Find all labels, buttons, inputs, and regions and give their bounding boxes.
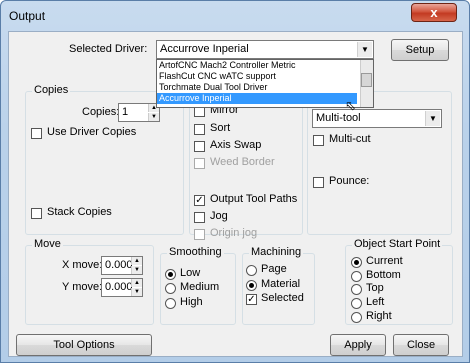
driver-option[interactable]: ArtofCNC Mach2 Controller Metric: [159, 60, 296, 71]
selected-driver-label: Selected Driver:: [69, 43, 148, 55]
tool-select[interactable]: Multi-tool ▼: [312, 109, 442, 128]
smoothing-high-label: High: [180, 296, 203, 308]
weed-border-label: Weed Border: [210, 156, 275, 168]
spin-up-icon[interactable]: ▲: [131, 279, 142, 287]
stack-copies-label: Stack Copies: [47, 206, 112, 218]
copies-stepper[interactable]: 1 ▲ ▼: [118, 103, 160, 122]
y-move-value: 0.000: [105, 281, 133, 293]
multi-cut-label: Multi-cut: [329, 133, 371, 145]
spin-down-icon[interactable]: ▼: [131, 288, 142, 296]
stack-copies-checkbox[interactable]: [31, 208, 42, 219]
dialog-client-area: Selected Driver: Accurrove Inperial ▼ Se…: [8, 31, 463, 357]
origin-jog-label: Origin jog: [210, 227, 258, 239]
driver-option-selected[interactable]: Accurrove Inperial: [157, 93, 357, 104]
machining-material-radio[interactable]: [246, 280, 257, 291]
spin-up-icon[interactable]: ▲: [131, 257, 142, 265]
start-current-label: Current: [366, 255, 403, 267]
chevron-down-icon[interactable]: ▼: [357, 42, 372, 57]
move-group-title: Move: [32, 238, 63, 250]
output-dialog: Output x Selected Driver: Accurrove Inpe…: [0, 0, 470, 363]
driver-option[interactable]: Torchmate Dual Tool Driver: [159, 82, 267, 93]
machining-page-radio[interactable]: [246, 265, 257, 276]
pounce-checkbox[interactable]: [313, 177, 324, 188]
start-current-radio[interactable]: [351, 257, 362, 268]
scrollbar-thumb[interactable]: [361, 73, 372, 87]
machining-group-title: Machining: [249, 246, 304, 258]
tool-options-button[interactable]: Tool Options: [16, 334, 152, 356]
machining-selected-label: Selected: [261, 292, 304, 304]
window-title: Output: [9, 9, 46, 23]
machining-page-label: Page: [261, 263, 287, 275]
apply-button[interactable]: Apply: [330, 334, 386, 356]
chevron-down-icon[interactable]: ▼: [425, 111, 440, 126]
copies-value: 1: [122, 106, 129, 118]
driver-select-value: Accurrove Inperial: [160, 43, 249, 55]
spin-down-icon[interactable]: ▼: [148, 113, 159, 121]
axis-swap-label: Axis Swap: [210, 139, 262, 151]
x-move-label: X move:: [62, 259, 103, 271]
start-top-radio[interactable]: [351, 284, 362, 295]
output-tool-paths-checkbox[interactable]: ✓: [194, 195, 205, 206]
machining-selected-checkbox[interactable]: ✓: [246, 294, 257, 305]
start-left-radio[interactable]: [351, 298, 362, 309]
start-bottom-label: Bottom: [366, 269, 401, 281]
start-left-label: Left: [366, 296, 385, 308]
origin-jog-checkbox[interactable]: [194, 229, 205, 240]
start-bottom-radio[interactable]: [351, 271, 362, 282]
use-driver-copies-checkbox[interactable]: [31, 128, 42, 139]
driver-option[interactable]: FlashCut CNC wATC support: [159, 71, 276, 82]
sort-label: Sort: [210, 122, 231, 134]
close-button[interactable]: Close: [393, 334, 449, 356]
sort-checkbox[interactable]: [194, 124, 205, 135]
start-top-label: Top: [366, 282, 384, 294]
jog-checkbox[interactable]: [194, 212, 205, 223]
object-start-point-group-title: Object Start Point: [352, 238, 443, 250]
smoothing-group-title: Smoothing: [167, 246, 224, 258]
weed-border-checkbox[interactable]: [194, 158, 205, 169]
x-move-value: 0.000: [105, 259, 133, 271]
mouse-cursor-icon: ⬁: [345, 98, 356, 113]
y-move-stepper[interactable]: 0.000 ▲ ▼: [101, 278, 143, 297]
y-move-label: Y move:: [62, 281, 103, 293]
axis-swap-checkbox[interactable]: [194, 141, 205, 152]
driver-select[interactable]: Accurrove Inperial ▼: [156, 40, 374, 59]
copies-label: Copies:: [82, 106, 120, 118]
spin-down-icon[interactable]: ▼: [131, 266, 142, 274]
smoothing-low-radio[interactable]: [165, 269, 176, 280]
use-driver-copies-label: Use Driver Copies: [47, 126, 137, 138]
smoothing-medium-label: Medium: [180, 281, 220, 293]
multi-cut-checkbox[interactable]: [313, 135, 324, 146]
start-right-label: Right: [366, 310, 392, 322]
copies-group-title: Copies: [32, 84, 71, 96]
driver-dropdown-list[interactable]: ArtofCNC Mach2 Controller Metric FlashCu…: [156, 59, 374, 108]
jog-label: Jog: [210, 210, 228, 222]
dropdown-scrollbar[interactable]: [360, 60, 373, 107]
output-tool-paths-label: Output Tool Paths: [210, 193, 298, 205]
smoothing-high-radio[interactable]: [165, 298, 176, 309]
pounce-label: Pounce:: [329, 175, 370, 187]
start-right-radio[interactable]: [351, 312, 362, 323]
close-window-button[interactable]: x: [411, 3, 457, 22]
smoothing-medium-radio[interactable]: [165, 283, 176, 294]
title-bar[interactable]: Output x: [1, 1, 469, 31]
x-move-stepper[interactable]: 0.000 ▲ ▼: [101, 256, 143, 275]
setup-button[interactable]: Setup: [391, 39, 449, 61]
smoothing-low-label: Low: [180, 267, 201, 279]
machining-material-label: Material: [261, 278, 301, 290]
